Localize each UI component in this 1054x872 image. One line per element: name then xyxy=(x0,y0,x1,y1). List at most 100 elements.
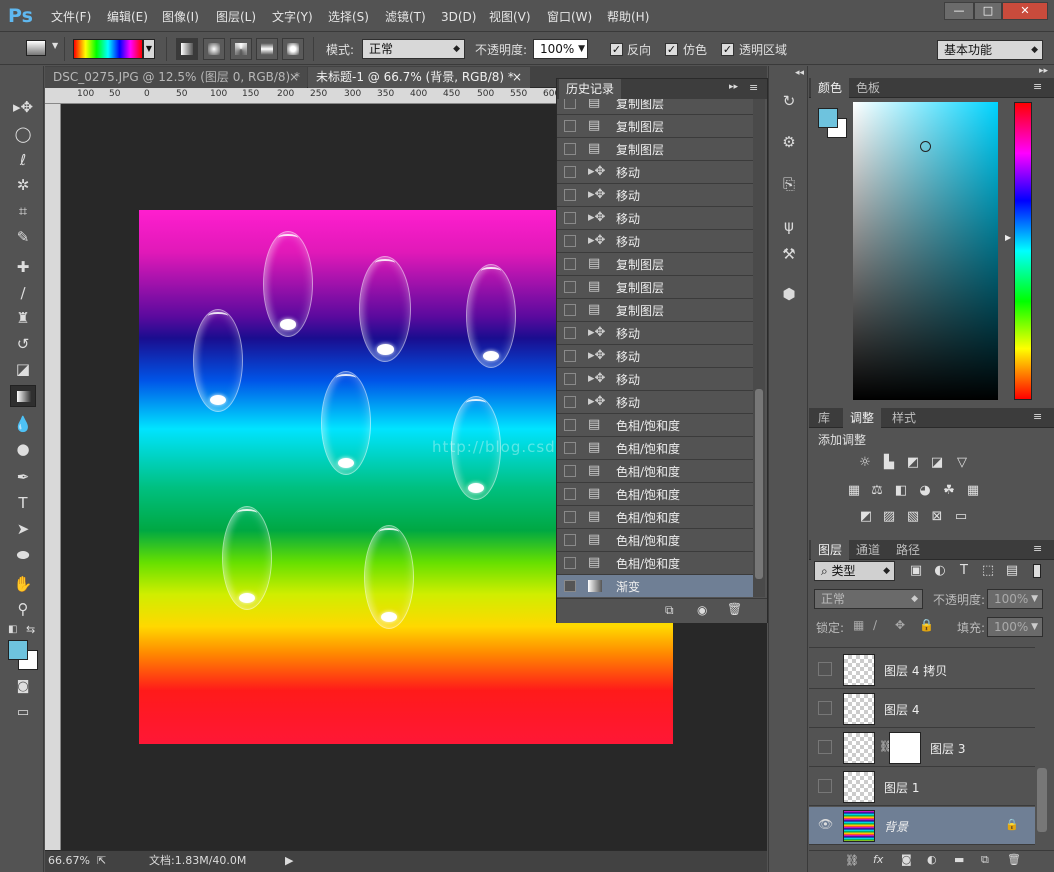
history-snapshot-checkbox[interactable] xyxy=(564,143,576,155)
history-item[interactable]: ▤ 复制图层 xyxy=(557,115,753,138)
history-snapshot-checkbox[interactable] xyxy=(564,557,576,569)
history-snapshot-checkbox[interactable] xyxy=(564,235,576,247)
history-snapshot-checkbox[interactable] xyxy=(564,465,576,477)
menu-select[interactable]: 选择(S) xyxy=(328,8,369,26)
history-item[interactable]: ▤ 色相/饱和度 xyxy=(557,506,753,529)
collapse-icon[interactable]: ▸▸ xyxy=(1039,66,1048,76)
tab-layers[interactable]: 图层 xyxy=(811,540,850,560)
history-item[interactable]: ▤ 色相/饱和度 xyxy=(557,460,753,483)
tab-libraries[interactable]: 库 xyxy=(811,408,837,428)
history-item[interactable]: 渐变 xyxy=(557,575,753,597)
visibility-toggle[interactable] xyxy=(818,662,832,676)
linear-gradient-button[interactable] xyxy=(176,38,198,60)
history-snapshot-checkbox[interactable] xyxy=(564,281,576,293)
mode-dropdown[interactable]: 正常 ◆ xyxy=(362,39,465,59)
clone-stamp-icon[interactable]: ♜ xyxy=(10,307,36,329)
color-balance-icon[interactable]: ⚖ xyxy=(868,483,886,499)
layer-row[interactable]: 图层 1 xyxy=(809,768,1035,806)
marquee-tool-icon[interactable]: ◯ xyxy=(10,123,36,145)
group-folder-icon[interactable]: ▬ xyxy=(954,853,964,866)
tab-paths[interactable]: 路径 xyxy=(889,540,927,560)
character-panel-icon[interactable]: ⎘ xyxy=(778,174,800,194)
history-snapshot-checkbox[interactable] xyxy=(564,511,576,523)
fx-icon[interactable]: fx xyxy=(873,853,883,866)
color-field[interactable] xyxy=(853,102,998,400)
eraser-tool-icon[interactable]: ◪ xyxy=(10,358,36,380)
swap-colors-icon[interactable]: ⇆ xyxy=(26,623,35,636)
history-brush-icon[interactable]: ↺ xyxy=(10,333,36,355)
close-button[interactable]: ✕ xyxy=(1002,2,1048,20)
zoom-tool-icon[interactable]: ⚲ xyxy=(10,598,36,620)
lock-pixels-icon[interactable]: ▦ xyxy=(853,618,864,632)
history-item[interactable]: ▤ 复制图层 xyxy=(557,276,753,299)
layers-scrollbar[interactable] xyxy=(1037,768,1047,832)
history-item[interactable]: ▤ 色相/饱和度 xyxy=(557,552,753,575)
radial-gradient-button[interactable] xyxy=(203,38,225,60)
invert-icon[interactable]: ◩ xyxy=(857,509,875,525)
close-tab-icon[interactable]: × xyxy=(512,67,522,88)
channel-mixer-icon[interactable]: ☘ xyxy=(940,483,958,499)
history-item[interactable]: ▸✥ 移动 xyxy=(557,161,753,184)
history-snapshot-checkbox[interactable] xyxy=(564,580,576,592)
layer-row[interactable]: 图层 4 拷贝 xyxy=(809,651,1035,689)
path-selection-icon[interactable]: ➤ xyxy=(10,518,36,540)
history-snapshot-checkbox[interactable] xyxy=(564,327,576,339)
history-snapshot-checkbox[interactable] xyxy=(564,212,576,224)
history-snapshot-checkbox[interactable] xyxy=(564,258,576,270)
panel-menu-icon[interactable]: ≡ xyxy=(749,81,758,94)
menu-filter[interactable]: 滤镜(T) xyxy=(385,8,426,26)
menu-3d[interactable]: 3D(D) xyxy=(441,8,476,26)
ellipse-tool-icon[interactable]: ⬬ xyxy=(10,544,36,566)
layer-row[interactable]: ⛓ 图层 3 xyxy=(809,729,1035,767)
add-mask-icon[interactable]: ◙ xyxy=(901,853,912,866)
exposure-icon[interactable]: ◪ xyxy=(928,455,946,471)
history-snapshot-checkbox[interactable] xyxy=(564,396,576,408)
panel-menu-icon[interactable]: ≡ xyxy=(1033,410,1042,423)
tab-color[interactable]: 颜色 xyxy=(811,78,850,98)
layer-mask-thumbnail[interactable] xyxy=(889,732,921,764)
history-snapshot-checkbox[interactable] xyxy=(564,419,576,431)
hand-tool-icon[interactable]: ✋ xyxy=(10,573,36,595)
default-colors-icon[interactable]: ◧ xyxy=(8,624,17,635)
history-item[interactable]: ▤ 色相/饱和度 xyxy=(557,414,753,437)
chevron-down-icon[interactable]: ▼ xyxy=(52,41,58,50)
trash-icon[interactable]: 🗑 xyxy=(727,602,742,616)
blend-mode-dropdown[interactable]: 正常 ◆ xyxy=(814,589,923,609)
type-tool-icon[interactable]: T xyxy=(10,492,36,514)
lock-all-icon[interactable]: 🔒 xyxy=(919,618,934,632)
levels-icon[interactable]: ▙ xyxy=(880,455,898,471)
history-item[interactable]: ▸✥ 移动 xyxy=(557,368,753,391)
properties-panel-icon[interactable]: ⚙ xyxy=(778,132,800,152)
history-snapshot-checkbox[interactable] xyxy=(564,442,576,454)
hue-saturation-icon[interactable]: ▦ xyxy=(845,483,863,499)
menu-type[interactable]: 文字(Y) xyxy=(272,8,313,26)
healing-brush-icon[interactable]: ✚ xyxy=(10,256,36,278)
layer-fill-input[interactable]: 100% ▼ xyxy=(987,617,1043,637)
history-snapshot-checkbox[interactable] xyxy=(564,488,576,500)
tab-swatches[interactable]: 色板 xyxy=(849,78,887,98)
dodge-tool-icon[interactable]: ● xyxy=(10,438,36,460)
history-item[interactable]: ▸✥ 移动 xyxy=(557,230,753,253)
brush-tool-icon[interactable]: ∕ xyxy=(10,282,36,304)
gradient-map-icon[interactable]: ▭ xyxy=(952,509,970,525)
history-snapshot-checkbox[interactable] xyxy=(564,120,576,132)
minimize-button[interactable]: — xyxy=(944,2,974,20)
visibility-toggle[interactable] xyxy=(818,740,832,754)
brush-preset-icon[interactable]: ψ xyxy=(778,216,800,236)
blur-tool-icon[interactable]: 💧 xyxy=(10,413,36,435)
history-snapshot-checkbox[interactable] xyxy=(564,166,576,178)
menu-window[interactable]: 窗口(W) xyxy=(547,8,592,26)
menu-file[interactable]: 文件(F) xyxy=(51,8,91,26)
angle-gradient-button[interactable] xyxy=(230,38,252,60)
filter-pixel-icon[interactable]: ▣ xyxy=(907,563,925,579)
history-item[interactable]: ▤ 复制图层 xyxy=(557,99,753,115)
dither-checkbox[interactable]: ✓ xyxy=(665,43,678,56)
menu-layer[interactable]: 图层(L) xyxy=(216,8,256,26)
color-lookup-icon[interactable]: ▦ xyxy=(964,483,982,499)
tab-untitled-1[interactable]: 未标题-1 @ 66.7% (背景, RGB/8) * × xyxy=(308,67,530,88)
collapse-icon[interactable]: ◂◂ xyxy=(795,68,804,78)
panel-menu-icon[interactable]: ≡ xyxy=(1033,80,1042,93)
reverse-checkbox[interactable]: ✓ xyxy=(610,43,623,56)
transparency-checkbox[interactable]: ✓ xyxy=(721,43,734,56)
screen-mode-icon[interactable]: ▭ xyxy=(10,702,36,724)
